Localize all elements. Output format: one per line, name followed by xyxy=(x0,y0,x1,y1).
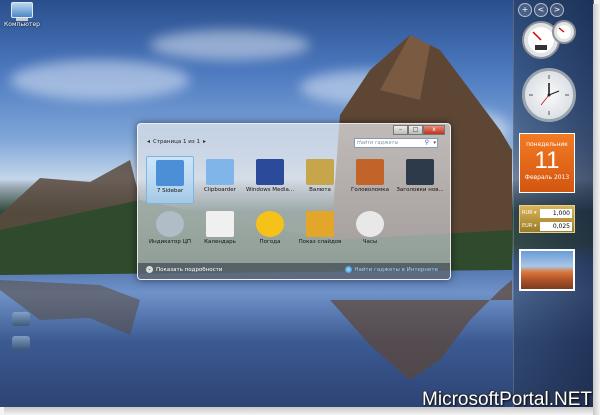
search-dropdown-icon[interactable]: ▾ xyxy=(433,139,436,147)
currency-icon xyxy=(306,159,334,185)
computer-icon xyxy=(11,2,33,18)
gadget-label: 7 Sidebar xyxy=(156,188,184,194)
gadget-label: Windows Media... xyxy=(246,187,294,193)
gadget-label: Валюта xyxy=(309,187,331,193)
desktop-shortcut-icon[interactable] xyxy=(12,336,30,350)
clipboarder-icon xyxy=(206,159,234,185)
calendar-month-year: Февраль 2013 xyxy=(524,174,570,181)
sidebar-icon xyxy=(156,160,184,186)
currency-name: EUR xyxy=(522,223,533,229)
gadget-tile[interactable]: Индикатор ЦП xyxy=(146,208,194,256)
currency-name: RUR xyxy=(522,210,533,216)
gadget-tile[interactable]: Clipboarder xyxy=(196,156,244,204)
puzzle-icon xyxy=(356,159,384,185)
cpu-meter-gadget[interactable] xyxy=(519,18,579,60)
calendar-icon xyxy=(206,211,234,237)
calendar-gadget[interactable]: понедельник 11 Февраль 2013 xyxy=(519,133,575,193)
gadget-label: Индикатор ЦП xyxy=(149,239,191,245)
globe-icon xyxy=(345,266,353,273)
add-gadget-button[interactable]: + xyxy=(518,3,532,17)
currency-value[interactable]: 0,025 xyxy=(540,221,572,231)
gadget-tile[interactable]: Календарь xyxy=(196,208,244,256)
gadget-label: Заголовки нов... xyxy=(396,187,444,193)
clock-icon xyxy=(356,211,384,237)
media-center-icon xyxy=(256,159,284,185)
windows-sidebar: + < > xyxy=(513,0,594,407)
get-gadgets-online-link[interactable]: Найти гаджеты в Интернете xyxy=(345,266,438,273)
maximize-button[interactable]: □ xyxy=(408,125,423,135)
weather-icon xyxy=(256,211,284,237)
previous-page-arrow-icon[interactable]: ◂ xyxy=(144,138,153,145)
slideshow-icon xyxy=(306,211,334,237)
gadget-tile[interactable]: Windows Media... xyxy=(246,156,294,204)
minimize-button[interactable]: – xyxy=(393,125,408,135)
currency-gadget[interactable]: RUR ▾ 1,000 EUR ▾ 0,025 xyxy=(519,205,575,233)
search-placeholder: Найти гаджеты xyxy=(357,140,399,146)
gadget-tile[interactable]: Часы xyxy=(346,208,394,256)
gadget-tile[interactable]: Валюта xyxy=(296,156,344,204)
currency-row: RUR ▾ 1,000 xyxy=(522,207,572,219)
gadget-label: Погода xyxy=(259,239,281,245)
currency-row: EUR ▾ 0,025 xyxy=(522,220,572,232)
slideshow-gadget[interactable] xyxy=(519,249,575,291)
chevron-down-icon: ⌄ xyxy=(146,266,153,273)
gadget-tile[interactable]: Показ слайдов xyxy=(296,208,344,256)
clock-gadget[interactable] xyxy=(522,68,576,122)
recycle-bin-icon[interactable] xyxy=(12,312,30,326)
gadget-label: Головоломка xyxy=(351,187,389,193)
gadget-gallery-window: – □ x ◂ Страница 1 из 1 ▸ Найти гаджеты … xyxy=(137,123,451,280)
gadget-tile[interactable]: 7 Sidebar xyxy=(146,156,194,204)
show-details-label: Показать подробности xyxy=(156,266,223,273)
gadget-label: Календарь xyxy=(204,239,236,245)
next-page-arrow-icon[interactable]: ▸ xyxy=(200,138,209,145)
gadget-tile[interactable]: Заголовки нов... xyxy=(396,156,444,204)
gadget-label: Clipboarder xyxy=(204,187,236,193)
gadget-label: Часы xyxy=(362,239,378,245)
show-details-toggle[interactable]: ⌄ Показать подробности xyxy=(146,266,222,273)
cpu-meter-icon xyxy=(156,211,184,237)
previous-page-button[interactable]: < xyxy=(534,3,548,17)
close-button[interactable]: x xyxy=(423,125,445,135)
gadget-label: Показ слайдов xyxy=(298,239,342,245)
page-label: Страница 1 из 1 xyxy=(153,138,200,145)
page-navigation: ◂ Страница 1 из 1 ▸ xyxy=(144,138,209,145)
desktop-icon-label: Компьютер xyxy=(4,21,40,28)
clock-face-icon xyxy=(529,75,569,115)
get-gadgets-online-label: Найти гаджеты в Интернете xyxy=(354,266,438,273)
next-page-button[interactable]: > xyxy=(550,3,564,17)
gadget-tile[interactable]: Головоломка xyxy=(346,156,394,204)
news-icon xyxy=(406,159,434,185)
currency-value[interactable]: 1,000 xyxy=(540,208,572,218)
search-input[interactable]: Найти гаджеты ⚲ ▾ xyxy=(354,138,438,148)
gadget-tile[interactable]: Погода xyxy=(246,208,294,256)
calendar-day: 11 xyxy=(534,147,560,174)
search-icon[interactable]: ⚲ xyxy=(425,139,429,147)
desktop-icon-computer[interactable]: Компьютер xyxy=(2,2,42,28)
